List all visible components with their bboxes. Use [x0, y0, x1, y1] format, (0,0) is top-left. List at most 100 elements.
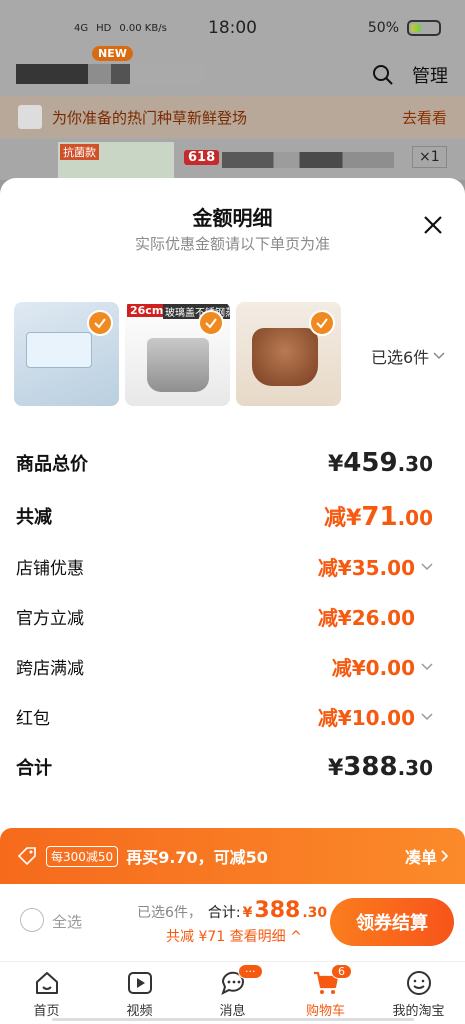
chevron-down-icon: [421, 562, 433, 570]
promo-thumbnail: [18, 105, 42, 129]
cart-count-badge: 6: [331, 964, 352, 979]
blurred-item-title: [222, 152, 394, 168]
battery-icon: [407, 20, 441, 36]
chevron-right-icon: [441, 850, 449, 862]
checkout-summary: 已选6件， 合计: ¥388.30: [137, 898, 327, 923]
select-all-radio[interactable]: [20, 908, 44, 932]
tab-cart[interactable]: 6 购物车: [279, 962, 372, 1024]
total-decimal: .30: [302, 905, 328, 921]
item-value: 减¥35.00: [317, 556, 415, 580]
quantity-box[interactable]: ×1: [412, 146, 447, 168]
amount-decimal: .30: [397, 452, 433, 476]
view-details-link[interactable]: 共减 ¥71 查看明细 ^: [166, 926, 302, 946]
sheet-subtitle: 实际优惠金额请以下单页为准: [134, 235, 330, 253]
total-integer: 388: [254, 898, 301, 923]
tab-home[interactable]: 首页: [0, 962, 93, 1024]
total-label: 合计:: [207, 905, 241, 921]
row-official-discount: 官方立减 减¥26.00: [16, 602, 433, 631]
checked-icon: [198, 310, 224, 336]
item-value: 减¥26.00: [317, 606, 415, 630]
product-thumbnail-ice-box[interactable]: [14, 302, 119, 406]
status-right: 50%: [368, 20, 441, 36]
item-label: 官方立减: [16, 609, 84, 629]
checkout-bar: 全选 已选6件， 合计: ¥388.30 共减 ¥71 查看明细 ^ 领券结算: [0, 884, 465, 962]
total-price-value: ¥459.30: [328, 448, 433, 478]
add-on-discount-bar[interactable]: 每300减50 再买9.70，可减50 凑单: [0, 828, 465, 884]
row-sum: 合计 ¥388.30: [16, 752, 433, 782]
tab-label: 购物车: [305, 1003, 345, 1019]
tag-618: 618: [184, 150, 220, 165]
promo-link[interactable]: 去看看: [402, 107, 447, 128]
battery-percent: 50%: [367, 20, 399, 36]
add-on-label: 凑单: [404, 848, 437, 867]
item-value: 减¥0.00: [331, 656, 415, 680]
product-thumbnail-steamer[interactable]: 26cm 玻璃盖不锈钢蒸锅: [125, 302, 230, 406]
tab-my-taobao[interactable]: 我的淘宝: [372, 962, 465, 1024]
cart-item-row: 抗菌款 618 ×1: [0, 140, 465, 180]
amount-integer: 388: [343, 752, 398, 782]
tab-label: 首页: [33, 1003, 60, 1019]
message-badge: ···: [238, 964, 263, 979]
checked-icon: [309, 310, 335, 336]
amount-integer: 71: [361, 502, 398, 532]
clay-pot-image: [252, 328, 318, 386]
amount-integer: 459: [343, 448, 398, 478]
item-label: 红包: [16, 709, 50, 729]
antibac-tag: 抗菌款: [60, 144, 99, 160]
row-red-packet[interactable]: 红包 减¥10.00: [16, 702, 433, 731]
total-reduction-value: 减 ¥71.00: [324, 500, 433, 532]
steamer-image: [147, 338, 209, 392]
product-thumbnail-clay-pot[interactable]: [236, 302, 341, 406]
selected-products: 26cm 玻璃盖不锈钢蒸锅: [14, 302, 341, 406]
selected-count: 已选6件: [371, 348, 430, 367]
item-value-group: 减¥10.00: [318, 702, 433, 731]
home-indicator: [52, 1018, 414, 1021]
tab-label: 视频: [126, 1003, 153, 1019]
currency-symbol: ¥: [242, 905, 253, 921]
tab-messages[interactable]: ··· 消息: [186, 962, 279, 1024]
background-page: 4G HD 0.00 KB/s 18:00 50% NEW 管理 为你准备的热门…: [0, 0, 465, 180]
selected-count-toggle[interactable]: 已选6件: [371, 344, 445, 368]
tab-label: 消息: [219, 1003, 246, 1019]
checked-icon: [87, 310, 113, 336]
checkout-button[interactable]: 领券结算: [330, 898, 454, 946]
item-value-group: 减¥35.00: [318, 552, 433, 581]
promo-banner[interactable]: 为你准备的热门种草新鲜登场 去看看: [0, 96, 465, 138]
bottom-tab-bar: 首页 视频 ··· 消息 6 购物车 我的淘宝: [0, 962, 465, 1024]
ice-box-image: [26, 332, 92, 368]
total-reduction-label: 共减: [16, 507, 52, 528]
discount-message: 再买9.70，可减50: [126, 848, 268, 867]
sum-value: ¥388.30: [328, 752, 433, 782]
chevron-down-icon: [421, 662, 433, 670]
blurred-title: [16, 64, 206, 84]
amount-decimal: .00: [397, 506, 433, 530]
select-all-label[interactable]: 全选: [52, 911, 82, 932]
search-icon[interactable]: [372, 64, 394, 86]
discount-rule-pill: 每300减50: [46, 845, 119, 867]
tab-label: 我的淘宝: [392, 1003, 445, 1019]
item-label: 跨店满减: [16, 659, 84, 679]
video-icon: [127, 971, 152, 994]
item-value-group: 减¥0.00: [332, 652, 433, 681]
status-left: 4G HD 0.00 KB/s: [74, 23, 167, 34]
item-value-group: 减¥26.00: [318, 602, 415, 631]
chevron-down-icon: [421, 712, 433, 720]
promo-text: 为你准备的热门种草新鲜登场: [52, 108, 248, 127]
sheet-title: 金额明细: [192, 206, 273, 230]
amount-decimal: .30: [397, 756, 433, 780]
row-total-reduction: 共减 减 ¥71.00: [16, 500, 433, 532]
close-icon[interactable]: [422, 214, 444, 236]
tab-video[interactable]: 视频: [93, 962, 186, 1024]
currency-symbol: ¥: [327, 756, 344, 781]
row-store-discount[interactable]: 店铺优惠 减¥35.00: [16, 552, 433, 581]
signal-indicator: 4G: [74, 22, 89, 34]
sum-label: 合计: [16, 758, 52, 779]
row-total-price: 商品总价 ¥459.30: [16, 448, 433, 478]
manage-button[interactable]: 管理: [412, 62, 448, 88]
coupon-tag-icon: [17, 847, 36, 866]
row-cross-store-discount[interactable]: 跨店满减 减¥0.00: [16, 652, 433, 681]
selected-count: 已选6件，: [137, 905, 202, 921]
currency-symbol: ¥: [346, 506, 362, 531]
add-on-link[interactable]: 凑单: [405, 844, 449, 868]
reduce-prefix: 减: [324, 506, 347, 531]
